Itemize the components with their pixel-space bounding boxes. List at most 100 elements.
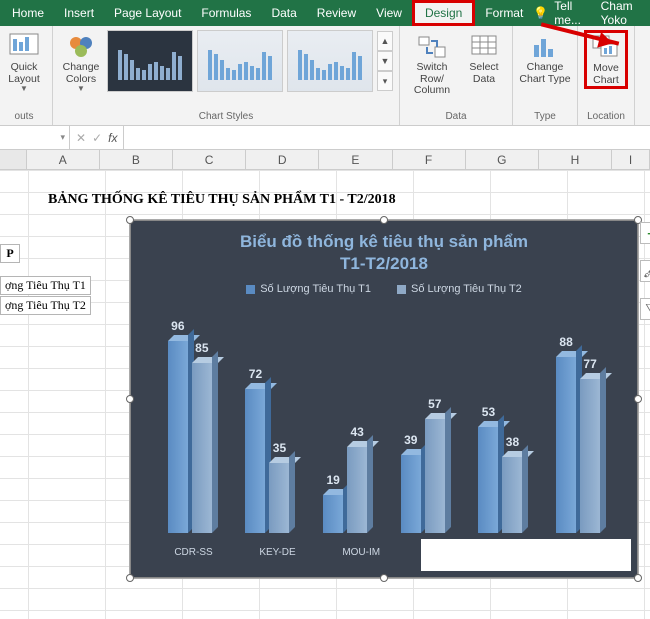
switch-rowcol-label: Switch Row/ Column (406, 62, 458, 97)
gallery-up-icon[interactable]: ▲ (377, 31, 393, 51)
formula-input[interactable] (124, 126, 650, 149)
chart-bar: 77 (580, 379, 600, 533)
chart-legend: Số Lượng Tiêu Thụ T1 Số Lượng Tiêu Thụ T… (131, 277, 637, 303)
resize-handle[interactable] (126, 395, 134, 403)
resize-handle[interactable] (634, 574, 642, 582)
col-header[interactable]: A (27, 150, 100, 170)
sheet-title: BẢNG THỐNG KÊ TIÊU THỤ SẢN PHẨM T1 - T2/… (48, 192, 396, 208)
legend-swatch (246, 285, 255, 294)
chart-bar: 19 (323, 495, 343, 533)
select-data-icon (468, 32, 500, 62)
legend-label: Số Lượng Tiêu Thụ T1 (260, 283, 371, 295)
chart-bar: 85 (192, 363, 212, 533)
chart-bar: 57 (425, 419, 445, 533)
select-all-cell[interactable] (0, 150, 27, 170)
chart-bar: 43 (347, 447, 367, 533)
name-box[interactable] (0, 126, 70, 149)
fx-confirm-icon[interactable]: ✓ (92, 131, 102, 145)
quick-layout-label: Quick Layout (2, 62, 46, 85)
tab-design[interactable]: Design (412, 0, 475, 26)
style-thumb-2[interactable] (197, 30, 283, 92)
data-group-label: Data (445, 109, 466, 125)
resize-handle[interactable] (380, 574, 388, 582)
location-group-label: Location (587, 109, 625, 125)
change-colors-label: Change Colors (59, 62, 103, 85)
quick-layout-button[interactable]: Quick Layout ▼ (2, 30, 46, 94)
select-data-button[interactable]: Select Data (462, 30, 506, 85)
tab-view[interactable]: View (366, 0, 412, 26)
ribbon: Quick Layout ▼ outs Change Colors ▼ (0, 26, 650, 126)
user-name[interactable]: Cham Yoko (601, 0, 642, 27)
change-colors-button[interactable]: Change Colors ▼ (59, 30, 103, 94)
col-header[interactable]: G (466, 150, 539, 170)
tellme-icon: 💡 (533, 6, 548, 20)
chart-styles-button[interactable]: 🖌 (640, 260, 650, 282)
type-group-label: Type (534, 109, 556, 125)
x-tick-label: CDR-SS (174, 547, 212, 558)
chart-styles-group-label: Chart Styles (199, 109, 253, 125)
change-colors-icon (65, 32, 97, 62)
style-thumb-3[interactable] (287, 30, 373, 92)
chart-elements-button[interactable]: + (640, 222, 650, 244)
move-chart-label: Move Chart (589, 63, 623, 86)
quick-layout-icon (8, 32, 40, 62)
chart-object[interactable]: Biểu đồ thống kê tiêu thụ sản phẩm T1-T2… (130, 220, 638, 578)
col-header[interactable]: C (173, 150, 246, 170)
chart-title: Biểu đồ thống kê tiêu thụ sản phẩm T1-T2… (131, 221, 637, 277)
ribbon-tabs: Home Insert Page Layout Formulas Data Re… (0, 0, 650, 26)
col-header[interactable]: D (246, 150, 319, 170)
chart-bar: 53 (478, 427, 498, 533)
switch-rowcol-button[interactable]: Switch Row/ Column (406, 30, 458, 97)
legend-swatch (397, 285, 406, 294)
x-tick-label: KEY-DE (259, 547, 295, 558)
column-headers: A B C D E F G H I (0, 150, 650, 170)
col-header[interactable]: B (100, 150, 173, 170)
chart-plot-area: 96857235 1943 3957 5338 8877 (151, 303, 617, 533)
col-header[interactable]: E (319, 150, 392, 170)
gallery-more-icon[interactable]: ▾ (377, 71, 393, 91)
x-tick-label: MOU-IM (342, 547, 380, 558)
chart-bar: 88 (556, 357, 576, 533)
resize-handle[interactable] (634, 395, 642, 403)
change-chart-type-label: Change Chart Type (519, 62, 571, 85)
change-chart-type-button[interactable]: Change Chart Type (519, 30, 571, 85)
cell-partial-t1: ợng Tiêu Thụ T1 (0, 276, 91, 295)
tellme-label[interactable]: Tell me... (554, 0, 586, 27)
resize-handle[interactable] (126, 574, 134, 582)
cell-partial-t2: ợng Tiêu Thụ T2 (0, 296, 91, 315)
fx-cancel-icon[interactable]: ✕ (76, 131, 86, 145)
cell-partial-p: P (0, 244, 20, 263)
col-header[interactable]: F (393, 150, 466, 170)
chart-filter-button[interactable]: ⧩ (640, 298, 650, 320)
dropdown-caret-icon: ▼ (77, 85, 85, 94)
change-chart-type-icon (529, 32, 561, 62)
chart-side-buttons: + 🖌 ⧩ (640, 222, 650, 320)
resize-handle[interactable] (380, 216, 388, 224)
tab-home[interactable]: Home (2, 0, 54, 26)
layouts-group-label: outs (15, 109, 34, 125)
gallery-scroll[interactable]: ▲ ▼ ▾ (377, 31, 393, 91)
gallery-down-icon[interactable]: ▼ (377, 51, 393, 71)
tab-pagelayout[interactable]: Page Layout (104, 0, 191, 26)
tab-insert[interactable]: Insert (54, 0, 104, 26)
select-data-label: Select Data (462, 62, 506, 85)
chart-bar: 72 (245, 389, 265, 533)
chart-bar: 35 (269, 463, 289, 533)
worksheet[interactable]: BẢNG THỐNG KÊ TIÊU THỤ SẢN PHẨM T1 - T2/… (0, 170, 650, 619)
chart-bar: 38 (502, 457, 522, 533)
style-thumb-1[interactable] (107, 30, 193, 92)
fx-icon[interactable]: fx (108, 131, 117, 145)
tab-review[interactable]: Review (307, 0, 366, 26)
white-overlay (421, 539, 631, 571)
tab-format[interactable]: Format (475, 0, 533, 26)
switch-rowcol-icon (416, 32, 448, 62)
dropdown-caret-icon: ▼ (20, 85, 28, 94)
tab-formulas[interactable]: Formulas (191, 0, 261, 26)
col-header[interactable]: I (612, 150, 650, 170)
tab-data[interactable]: Data (261, 0, 306, 26)
chart-bar: 96 (168, 341, 188, 533)
resize-handle[interactable] (126, 216, 134, 224)
chart-bar: 39 (401, 455, 421, 533)
chart-styles-gallery[interactable]: ▲ ▼ ▾ (107, 30, 393, 92)
col-header[interactable]: H (539, 150, 612, 170)
